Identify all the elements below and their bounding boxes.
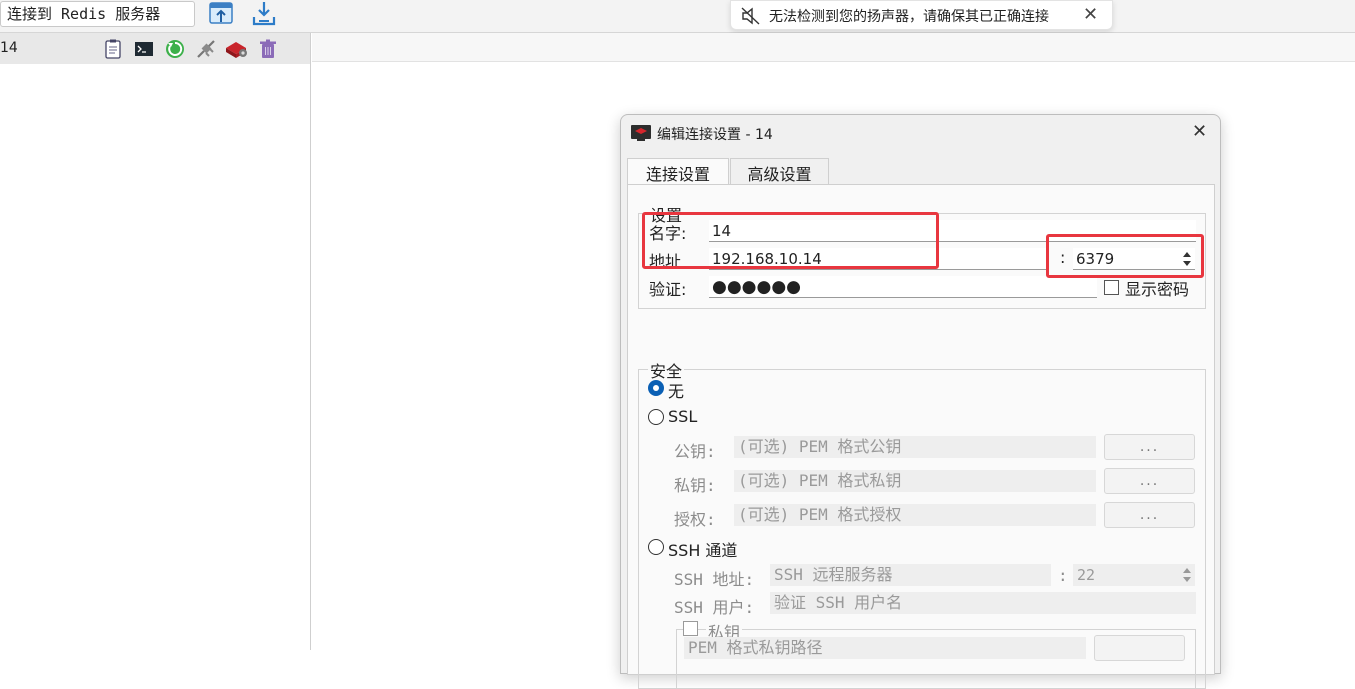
tab-bar-area bbox=[312, 33, 1355, 62]
security-ssh-label: SSH 通道 bbox=[668, 541, 738, 560]
ssh-user-input[interactable]: 验证 SSH 用户名 bbox=[770, 592, 1196, 614]
ssh-user-label: SSH 用户: bbox=[674, 598, 755, 617]
redis-logo-icon bbox=[631, 125, 651, 146]
ssh-private-key-path-input[interactable]: PEM 格式私钥路径 bbox=[684, 637, 1086, 659]
connection-name: 14 bbox=[0, 40, 18, 56]
speaker-notification: 无法检测到您的扬声器，请确保其已正确连接 ✕ bbox=[730, 0, 1113, 30]
authority-label: 授权: bbox=[674, 510, 716, 529]
speaker-muted-icon bbox=[741, 7, 761, 29]
console-icon[interactable] bbox=[133, 38, 155, 60]
security-ssh-radio[interactable] bbox=[648, 539, 664, 555]
reload-icon[interactable] bbox=[164, 38, 186, 60]
security-ssl-label: SSL bbox=[668, 407, 698, 426]
ssh-private-key-browse-button[interactable] bbox=[1094, 635, 1185, 661]
public-key-input[interactable]: (可选) PEM 格式公钥 bbox=[734, 436, 1096, 458]
private-key-browse-button[interactable]: ... bbox=[1104, 468, 1195, 494]
close-icon[interactable]: ✕ bbox=[1083, 4, 1098, 25]
connection-row[interactable]: 14 bbox=[0, 33, 310, 64]
ssh-address-label: SSH 地址: bbox=[674, 570, 755, 589]
security-none-radio[interactable] bbox=[648, 380, 664, 396]
private-key-label: 私钥: bbox=[674, 476, 716, 495]
connection-tree-panel: 14 bbox=[0, 33, 311, 650]
show-password-checkbox[interactable] bbox=[1104, 280, 1119, 295]
disconnect-icon[interactable] bbox=[195, 38, 217, 60]
auth-label: 验证: bbox=[649, 280, 687, 299]
delete-icon[interactable] bbox=[257, 38, 279, 60]
dialog-title: 编辑连接设置 - 14 bbox=[657, 127, 773, 143]
ssh-port-separator: : bbox=[1058, 566, 1068, 585]
security-none-label: 无 bbox=[668, 382, 685, 401]
main-toolbar: 连接到 Redis 服务器 bbox=[0, 0, 1355, 33]
ssh-private-key-checkbox[interactable] bbox=[683, 621, 698, 636]
port-highlight bbox=[1046, 234, 1204, 278]
export-icon[interactable] bbox=[250, 0, 278, 28]
import-icon[interactable] bbox=[207, 0, 235, 28]
authority-browse-button[interactable]: ... bbox=[1104, 502, 1195, 528]
public-key-browse-button[interactable]: ... bbox=[1104, 434, 1195, 460]
settings-icon[interactable] bbox=[224, 38, 250, 60]
connect-redis-button[interactable]: 连接到 Redis 服务器 bbox=[0, 1, 195, 27]
password-input[interactable]: ●●●●●● bbox=[709, 276, 1097, 298]
close-icon[interactable]: ✕ bbox=[1192, 121, 1207, 142]
authority-input[interactable]: (可选) PEM 格式授权 bbox=[734, 504, 1096, 526]
tab-advanced-settings[interactable]: 高级设置 bbox=[730, 158, 829, 184]
public-key-label: 公钥: bbox=[674, 442, 716, 461]
connection-settings-panel: 设置 名字: 14 地址 192.168.10.14 : 6379 验证: ●●… bbox=[627, 184, 1215, 689]
ssh-port-stepper[interactable] bbox=[1180, 564, 1194, 586]
edit-connection-dialog: 编辑连接设置 - 14 ✕ 连接设置 高级设置 设置 名字: 14 地址 192… bbox=[620, 114, 1221, 689]
name-address-highlight bbox=[642, 212, 939, 269]
ssh-address-input[interactable]: SSH 远程服务器 bbox=[770, 564, 1051, 586]
tab-connection-settings[interactable]: 连接设置 bbox=[627, 158, 729, 184]
ssh-port-input[interactable]: 22 bbox=[1073, 564, 1195, 586]
clipboard-icon[interactable] bbox=[102, 38, 124, 60]
security-ssl-radio[interactable] bbox=[648, 409, 664, 425]
show-password-label: 显示密码 bbox=[1125, 280, 1190, 299]
notification-message: 无法检测到您的扬声器，请确保其已正确连接 bbox=[769, 9, 1049, 25]
private-key-input[interactable]: (可选) PEM 格式私钥 bbox=[734, 470, 1096, 492]
